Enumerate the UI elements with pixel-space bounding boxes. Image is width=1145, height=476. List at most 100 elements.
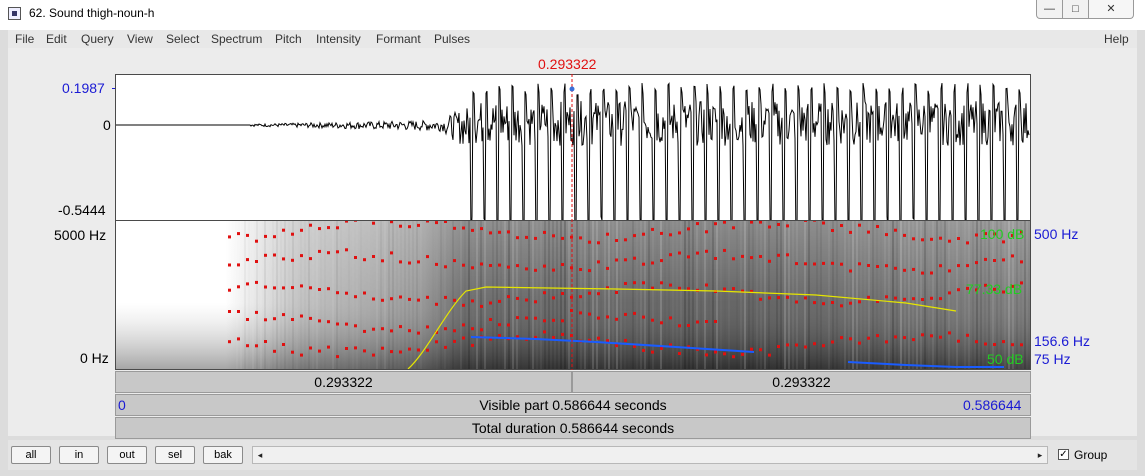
time-segment-right[interactable]: 0.293322 bbox=[572, 371, 1031, 393]
formant-dot bbox=[273, 317, 276, 321]
formant-dot bbox=[696, 222, 699, 226]
spectrogram-striation bbox=[388, 221, 390, 369]
time-segment-left[interactable]: 0.293322 bbox=[115, 371, 572, 393]
formant-dot bbox=[345, 221, 348, 223]
formant-dot bbox=[552, 318, 555, 322]
spectrogram-striation bbox=[528, 221, 530, 369]
menu-view[interactable]: View bbox=[127, 32, 153, 46]
spectrogram-striation bbox=[696, 221, 698, 369]
formant-dot bbox=[750, 221, 753, 224]
formant-dot bbox=[309, 223, 312, 227]
menu-help[interactable]: Help bbox=[1104, 32, 1129, 46]
formant-dot bbox=[885, 233, 888, 237]
formant-dot bbox=[444, 221, 447, 223]
menu-intensity[interactable]: Intensity bbox=[316, 32, 361, 46]
formant-dot bbox=[912, 338, 915, 342]
spectrogram-striation bbox=[952, 221, 954, 369]
spectrogram-striation bbox=[516, 221, 518, 369]
spectrogram-striation bbox=[544, 221, 546, 369]
formant-dot bbox=[795, 300, 798, 304]
formant-dot bbox=[480, 304, 483, 308]
spectrogram-striation bbox=[948, 221, 950, 369]
formant-dot bbox=[381, 259, 384, 263]
menu-spectrum[interactable]: Spectrum bbox=[211, 32, 262, 46]
formant-dot bbox=[417, 260, 420, 264]
menu-formant[interactable]: Formant bbox=[376, 32, 421, 46]
formant-dot bbox=[516, 316, 519, 320]
minimize-button[interactable]: — bbox=[1036, 0, 1063, 19]
menu-file[interactable]: File bbox=[15, 32, 34, 46]
formant-dot bbox=[597, 316, 600, 320]
zoom-in-button[interactable]: in bbox=[59, 446, 99, 464]
close-button[interactable]: ✕ bbox=[1088, 0, 1134, 19]
formant-dot bbox=[723, 248, 726, 252]
formant-dot bbox=[957, 339, 960, 343]
formant-dot bbox=[1011, 343, 1014, 347]
spectrogram-striation bbox=[296, 221, 298, 369]
formant-dot bbox=[273, 349, 276, 353]
formant-dot bbox=[633, 311, 636, 315]
menu-query[interactable]: Query bbox=[81, 32, 114, 46]
zoom-back-button[interactable]: bak bbox=[203, 446, 243, 464]
formant-dot bbox=[372, 221, 375, 225]
formant-dot bbox=[291, 286, 294, 290]
spectrogram-striation bbox=[384, 221, 386, 369]
maximize-button[interactable]: □ bbox=[1062, 0, 1089, 19]
spectrogram-striation bbox=[408, 221, 410, 369]
spectrogram-striation bbox=[304, 221, 306, 369]
formant-dot bbox=[534, 300, 537, 304]
formant-dot bbox=[237, 337, 240, 341]
formant-dot bbox=[228, 263, 231, 267]
formant-dot bbox=[804, 296, 807, 300]
formant-dot bbox=[426, 255, 429, 259]
app-icon bbox=[8, 7, 21, 20]
spectrogram-striation bbox=[612, 221, 614, 369]
menu-pulses[interactable]: Pulses bbox=[434, 32, 470, 46]
zoom-selection-button[interactable]: sel bbox=[155, 446, 195, 464]
formant-dot bbox=[723, 352, 726, 356]
formant-dot bbox=[228, 310, 231, 313]
spectrogram-striation bbox=[504, 221, 506, 369]
spectrogram-striation bbox=[500, 221, 502, 369]
spectrogram-striation bbox=[260, 221, 262, 369]
formant-dot bbox=[282, 343, 285, 346]
formant-dot bbox=[363, 258, 366, 262]
formant-dot bbox=[813, 221, 816, 222]
formant-dot bbox=[453, 339, 456, 343]
spectrogram-striation bbox=[312, 221, 314, 369]
waveform-ymax-label: 0.1987 bbox=[62, 80, 105, 96]
spectrogram-striation bbox=[1024, 221, 1026, 369]
formant-dot bbox=[417, 348, 420, 352]
spectrogram-striation bbox=[368, 221, 370, 369]
formant-dot bbox=[741, 352, 744, 356]
formant-dot bbox=[957, 264, 960, 268]
scroll-left-arrow-icon[interactable]: ◂ bbox=[253, 447, 267, 463]
menu-pitch[interactable]: Pitch bbox=[275, 32, 302, 46]
menu-select[interactable]: Select bbox=[166, 32, 199, 46]
spectrogram-striation bbox=[768, 221, 770, 369]
pitch-bottom-label: 75 Hz bbox=[1034, 351, 1071, 367]
spectrogram-striation bbox=[908, 221, 910, 369]
zoom-all-button[interactable]: all bbox=[11, 446, 51, 464]
visible-part-bar[interactable]: Visible part 0.586644 seconds bbox=[115, 394, 1031, 416]
formant-dot bbox=[471, 343, 474, 347]
scroll-right-arrow-icon[interactable]: ▸ bbox=[1033, 447, 1047, 463]
menu-edit[interactable]: Edit bbox=[46, 32, 67, 46]
horizontal-scrollbar[interactable]: ◂ ▸ bbox=[252, 446, 1048, 464]
formant-dot bbox=[291, 258, 294, 262]
formant-dot bbox=[885, 295, 888, 299]
formant-dot bbox=[633, 281, 636, 285]
formant-dot bbox=[624, 238, 627, 242]
formant-dot bbox=[687, 255, 690, 259]
formant-dot bbox=[624, 312, 627, 316]
formant-dot bbox=[777, 345, 780, 348]
spectrogram-striation bbox=[348, 221, 350, 369]
group-checkbox[interactable]: ✓ bbox=[1058, 449, 1069, 460]
spectrogram-striation bbox=[640, 221, 642, 369]
formant-dot bbox=[264, 340, 267, 343]
formant-dot bbox=[327, 226, 330, 230]
spectrogram-striation bbox=[700, 221, 702, 369]
zoom-out-button[interactable]: out bbox=[107, 446, 147, 464]
formant-dot bbox=[912, 237, 915, 241]
total-duration-bar[interactable]: Total duration 0.586644 seconds bbox=[115, 417, 1031, 439]
